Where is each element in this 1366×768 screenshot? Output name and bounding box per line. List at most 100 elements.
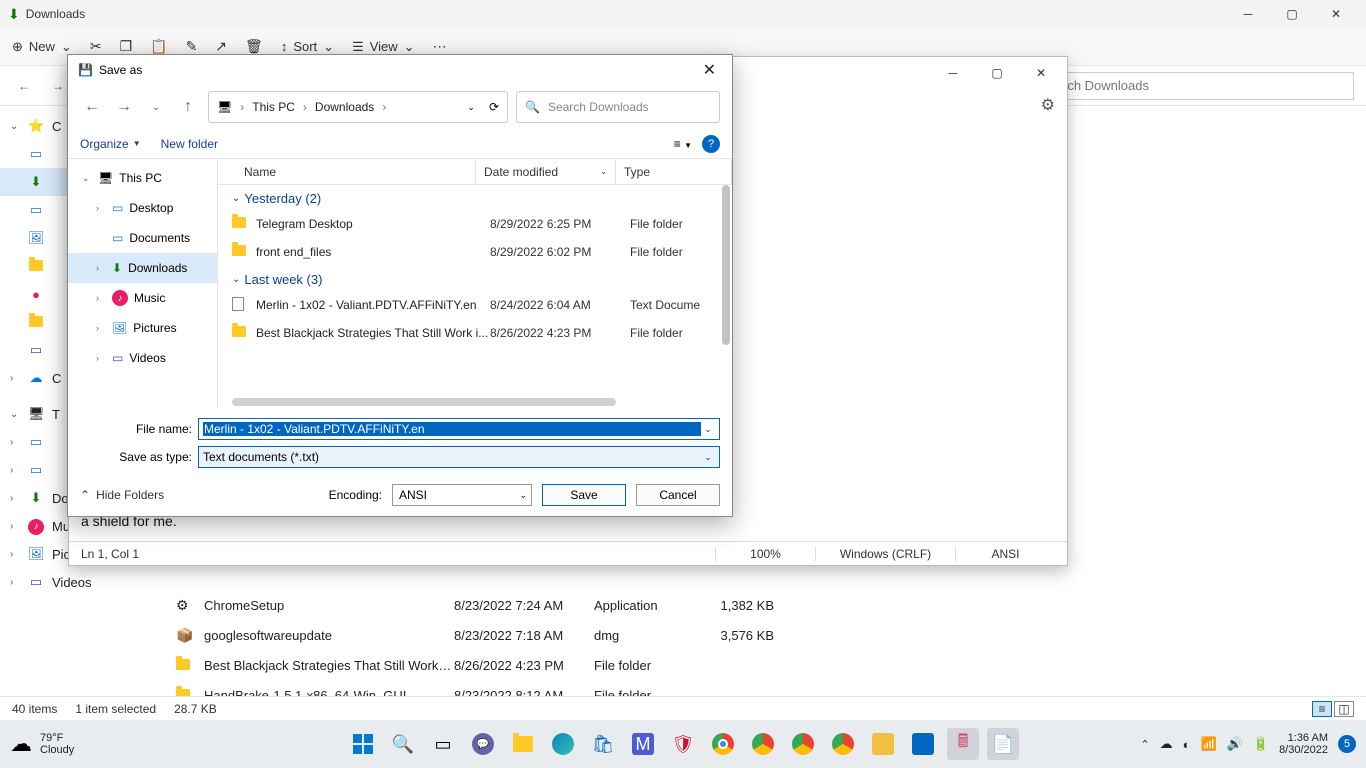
file-group-header[interactable]: ⌄ Yesterday (2) bbox=[218, 185, 732, 210]
save-button[interactable]: Save bbox=[542, 484, 626, 506]
new-folder-button[interactable]: New folder bbox=[161, 137, 218, 151]
filename-dropdown-icon[interactable]: ⌄ bbox=[701, 424, 715, 435]
horizontal-scrollbar[interactable] bbox=[232, 398, 712, 408]
file-date: 8/29/2022 6:02 PM bbox=[490, 245, 630, 259]
chrome-icon[interactable] bbox=[707, 728, 739, 760]
file-row[interactable]: Best Blackjack Strategies That Still Wor… bbox=[176, 650, 1350, 680]
weather-widget[interactable]: ☁ 79°F Cloudy bbox=[10, 731, 74, 757]
new-button[interactable]: ⊕ New ⌄ bbox=[12, 39, 72, 55]
notepad-icon[interactable]: 📄 bbox=[987, 728, 1019, 760]
minimize-button[interactable]: ─ bbox=[1226, 0, 1270, 28]
chevron-up-icon: ⌃ bbox=[80, 488, 90, 502]
crumb-downloads[interactable]: Downloads bbox=[315, 100, 374, 114]
more-icon[interactable]: ⋯ bbox=[433, 38, 447, 55]
tray-icon[interactable]: ◐ bbox=[1183, 737, 1191, 752]
tree-item-vids[interactable]: › ▭ Videos bbox=[68, 343, 217, 373]
chrome-profile3-icon[interactable] bbox=[827, 728, 859, 760]
dialog-forward-button[interactable]: → bbox=[112, 95, 136, 119]
explorer-search[interactable]: rch Downloads bbox=[1054, 72, 1354, 100]
view-mode-button[interactable]: ≡ ▼ bbox=[674, 137, 692, 151]
tree-item-music[interactable]: › ♪ Music bbox=[68, 283, 217, 313]
cancel-button[interactable]: Cancel bbox=[636, 484, 720, 506]
chat-icon[interactable]: 💬 bbox=[467, 728, 499, 760]
copy-icon[interactable]: ❐ bbox=[120, 38, 133, 55]
encoding-select[interactable]: ANSI ⌄ bbox=[392, 484, 532, 506]
share-icon[interactable]: ↗ bbox=[215, 38, 227, 55]
dialog-search[interactable]: 🔍 Search Downloads bbox=[516, 91, 720, 123]
list-row[interactable]: Best Blackjack Strategies That Still Wor… bbox=[218, 319, 732, 347]
calculator-icon[interactable]: 🖩 bbox=[947, 728, 979, 760]
dialog-history-button[interactable]: ⌄ bbox=[144, 95, 168, 119]
wifi-icon[interactable]: 📶 bbox=[1201, 736, 1217, 752]
chevron-icon: › bbox=[96, 353, 106, 363]
dialog-back-button[interactable]: ← bbox=[80, 95, 104, 119]
notepad-close[interactable]: ✕ bbox=[1019, 59, 1063, 87]
view-button[interactable]: ☰ View ⌄ bbox=[352, 39, 415, 55]
sort-button[interactable]: ↕ Sort ⌄ bbox=[281, 39, 334, 55]
view-details-icon[interactable]: ≡ bbox=[1312, 701, 1332, 717]
organize-button[interactable]: Organize ▼ bbox=[80, 137, 141, 151]
list-row[interactable]: front end_files 8/29/2022 6:02 PM File f… bbox=[218, 238, 732, 266]
battery-icon[interactable]: 🔋 bbox=[1253, 736, 1269, 752]
file-row[interactable]: 📦 googlesoftwareupdate 8/23/2022 7:18 AM… bbox=[176, 620, 1350, 650]
vertical-scrollbar[interactable] bbox=[722, 185, 730, 345]
col-type[interactable]: Type bbox=[616, 159, 732, 184]
crumb-this-pc[interactable]: This PC bbox=[252, 100, 295, 114]
dialog-up-button[interactable]: ↑ bbox=[176, 95, 200, 119]
breadcrumb[interactable]: 🖥 › This PC › Downloads › ⌄ ⟳ bbox=[208, 91, 508, 123]
app3-icon[interactable] bbox=[907, 728, 939, 760]
tree-item-desktop[interactable]: › ▭ Desktop bbox=[68, 193, 217, 223]
type-dropdown-icon[interactable]: ⌄ bbox=[701, 452, 715, 463]
search-button[interactable]: 🔍 bbox=[387, 728, 419, 760]
tree-item-docs[interactable]: ▭ Documents bbox=[68, 223, 217, 253]
rename-icon[interactable]: ✎ bbox=[186, 38, 198, 55]
edge-icon[interactable] bbox=[547, 728, 579, 760]
notepad-statusbar: Ln 1, Col 1 100% Windows (CRLF) ANSI bbox=[69, 541, 1067, 565]
dialog-close-button[interactable]: ✕ bbox=[697, 60, 722, 80]
paste-icon[interactable]: 📋 bbox=[150, 38, 167, 55]
start-button[interactable] bbox=[347, 728, 379, 760]
cut-icon[interactable]: ✂ bbox=[90, 38, 102, 55]
hide-folders-button[interactable]: ⌃ Hide Folders bbox=[80, 488, 164, 502]
filename-input[interactable]: Merlin - 1x02 - Valiant.PDTV.AFFiNiTY.en… bbox=[198, 418, 720, 440]
file-type: File folder bbox=[630, 326, 732, 340]
store-icon[interactable]: 🛍 bbox=[587, 728, 619, 760]
chrome-profile-icon[interactable] bbox=[747, 728, 779, 760]
chevron-icon: › bbox=[96, 203, 106, 213]
notification-badge[interactable]: 5 bbox=[1338, 735, 1356, 753]
sidebar-videos[interactable]: ›▭Videos bbox=[0, 568, 160, 596]
col-name[interactable]: Name bbox=[218, 159, 476, 184]
maximize-button[interactable]: ▢ bbox=[1270, 0, 1314, 28]
delete-icon[interactable]: 🗑 bbox=[245, 38, 263, 55]
onedrive-tray-icon[interactable]: ☁ bbox=[1160, 736, 1173, 752]
explorer-icon[interactable] bbox=[507, 728, 539, 760]
list-row[interactable]: Merlin - 1x02 - Valiant.PDTV.AFFiNiTY.en… bbox=[218, 291, 732, 319]
help-icon[interactable]: ? bbox=[702, 135, 720, 153]
close-button[interactable]: ✕ bbox=[1314, 0, 1358, 28]
mcafee-icon[interactable]: 🛡 bbox=[667, 728, 699, 760]
list-row[interactable]: Telegram Desktop 8/29/2022 6:25 PM File … bbox=[218, 210, 732, 238]
volume-icon[interactable]: 🔊 bbox=[1227, 736, 1243, 752]
view-thumbs-icon[interactable]: ◫ bbox=[1334, 701, 1354, 717]
file-name: ChromeSetup bbox=[204, 598, 454, 613]
tree-item-dl[interactable]: › ⬇ Downloads bbox=[68, 253, 217, 283]
tree-item-pc[interactable]: ⌄ 🖥 This PC bbox=[68, 163, 217, 193]
task-view-button[interactable]: ▭ bbox=[427, 728, 459, 760]
col-date[interactable]: Date modified ⌄ bbox=[476, 159, 616, 184]
notepad-minimize[interactable]: ─ bbox=[931, 59, 975, 87]
tray-chevron-icon[interactable]: ⌃ bbox=[1140, 738, 1149, 751]
app-icon[interactable]: M bbox=[627, 728, 659, 760]
file-group-header[interactable]: ⌄ Last week (3) bbox=[218, 266, 732, 291]
settings-icon[interactable]: ⚙ bbox=[1041, 95, 1055, 115]
type-select[interactable]: Text documents (*.txt) ⌄ bbox=[198, 446, 720, 468]
refresh-icon[interactable]: ⟳ bbox=[489, 100, 499, 114]
file-row[interactable]: ⚙ ChromeSetup 8/23/2022 7:24 AM Applicat… bbox=[176, 590, 1350, 620]
chrome-profile2-icon[interactable] bbox=[787, 728, 819, 760]
file-row[interactable]: HandBrake-1.5.1-x86_64-Win_GUI 8/23/2022… bbox=[176, 680, 1350, 696]
clock[interactable]: 1:36 AM 8/30/2022 bbox=[1279, 732, 1328, 756]
back-button[interactable]: ← bbox=[12, 74, 36, 98]
app2-icon[interactable] bbox=[867, 728, 899, 760]
notepad-maximize[interactable]: ▢ bbox=[975, 59, 1019, 87]
tree-item-pics[interactable]: › 🖼 Pictures bbox=[68, 313, 217, 343]
chevron-down-icon[interactable]: ⌄ bbox=[467, 102, 475, 113]
